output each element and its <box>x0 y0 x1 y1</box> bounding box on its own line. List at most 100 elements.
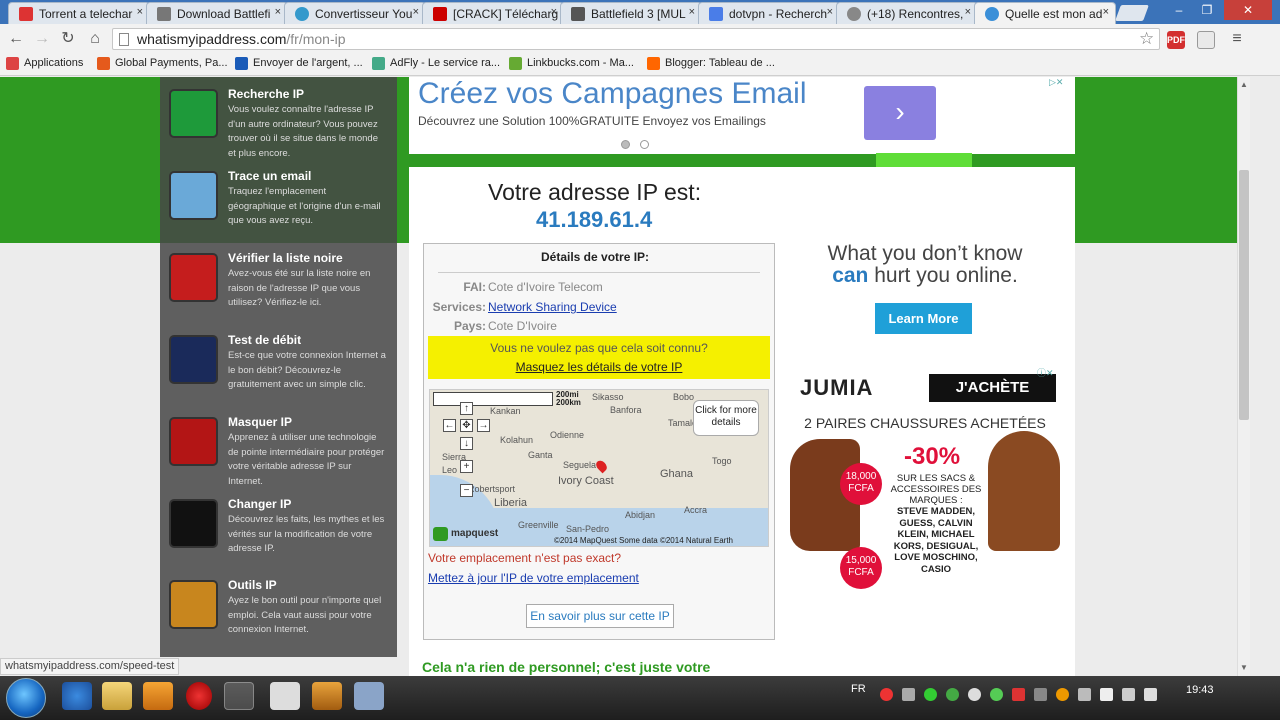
tab-torrent[interactable]: Torrent a telechar × <box>8 2 150 24</box>
tray-icon[interactable] <box>1078 688 1091 701</box>
extension-icon[interactable] <box>1197 31 1215 49</box>
scroll-up-icon[interactable]: ▲ <box>1240 80 1248 89</box>
tab-label: [CRACK] Télécharg <box>453 7 559 21</box>
zoom-in-icon[interactable]: + <box>460 460 473 473</box>
back-arrow-icon[interactable]: ← <box>6 29 26 49</box>
tab-convertisseur[interactable]: Convertisseur You × <box>284 2 426 24</box>
map-callout[interactable]: Click for more details <box>693 400 759 436</box>
tab-close-icon[interactable]: × <box>689 6 695 18</box>
bookmark-label: Global Payments, Pa... <box>115 57 228 69</box>
media-player-icon[interactable] <box>143 682 173 710</box>
minimize-icon[interactable]: ‒ <box>1166 0 1192 20</box>
map-place-label: Ivory Coast <box>558 475 614 487</box>
paypal-icon <box>235 57 248 70</box>
services-link[interactable]: Network Sharing Device <box>488 300 617 314</box>
tab-download-battlefield[interactable]: Download Battlefi × <box>146 2 288 24</box>
menu-item-masquer-ip[interactable]: Masquer IP Apprenez à utiliser une techn… <box>160 413 397 493</box>
pan-left-icon[interactable]: ← <box>443 419 456 432</box>
update-location-link[interactable]: Mettez à jour l'IP de votre emplacement <box>428 571 639 585</box>
menu-item-outils-ip[interactable]: Outils IP Ayez le bon outil pour n'impor… <box>160 576 397 656</box>
tab-close-icon[interactable]: × <box>827 6 833 18</box>
bookmark-adfly[interactable]: AdFly - Le service ra... <box>372 57 501 70</box>
zoom-out-icon[interactable]: − <box>460 484 473 497</box>
bookmark-blogger[interactable]: Blogger: Tableau de ... <box>647 57 775 70</box>
adchoices-icon[interactable]: ▷✕ <box>1049 77 1073 87</box>
top-ad-banner[interactable]: Créez vos Campagnes Email Découvrez une … <box>409 77 1075 154</box>
tab-close-icon[interactable]: × <box>1103 6 1109 18</box>
carousel-dot[interactable] <box>640 140 649 149</box>
bookmark-linkbucks[interactable]: Linkbucks.com - Ma... <box>509 57 634 70</box>
menu-item-trace-email[interactable]: Trace un email Traquez l'emplacement géo… <box>160 167 397 247</box>
hide-details-box: Vous ne voulez pas que cela soit connu? … <box>428 336 770 379</box>
tab-rencontres[interactable]: (+18) Rencontres, × <box>836 2 978 24</box>
tab-dotvpn[interactable]: dotvpn - Recherch × <box>698 2 840 24</box>
menu-icon[interactable]: ≡ <box>1227 29 1247 49</box>
scroll-down-icon[interactable]: ▼ <box>1240 663 1248 672</box>
tray-icon[interactable] <box>902 688 915 701</box>
chrome-tray-icon[interactable] <box>880 688 893 701</box>
volume-icon[interactable] <box>1144 688 1157 701</box>
adchoices-icon[interactable]: ⓘ✕ <box>1037 366 1061 378</box>
opera-icon[interactable] <box>186 682 212 710</box>
tab-battlefield3[interactable]: Battlefield 3 [MUL × <box>560 2 702 24</box>
tray-icon[interactable] <box>924 688 937 701</box>
bookmark-star-icon[interactable]: ☆ <box>1139 29 1154 49</box>
jumia-ad[interactable]: JUMIA J'ACHÈTE 2 PAIRES CHAUSSURES ACHET… <box>788 367 1062 589</box>
location-map[interactable]: Sikasso Bobo Banfora Tamale Kankan Odienne Kol… <box>429 389 769 547</box>
flag-tray-icon[interactable] <box>1100 688 1113 701</box>
restore-icon[interactable]: ❐ <box>1194 0 1220 20</box>
pan-right-icon[interactable]: → <box>477 419 490 432</box>
pan-up-icon[interactable]: ↑ <box>460 402 473 415</box>
jumia-buy-button[interactable]: J'ACHÈTE <box>929 374 1056 402</box>
hide-details-link[interactable]: Masquez les détails de votre IP <box>428 360 770 374</box>
internet-explorer-icon[interactable] <box>62 682 92 710</box>
clock[interactable]: 19:43 <box>1186 684 1214 696</box>
tab-close-icon[interactable]: × <box>413 6 419 18</box>
menu-item-changer-ip[interactable]: Changer IP Découvrez les faits, les myth… <box>160 495 397 575</box>
tray-icon[interactable] <box>1056 688 1069 701</box>
ad-arrow-button[interactable]: › <box>864 86 936 140</box>
network-tray-icon[interactable] <box>1122 688 1135 701</box>
carousel-dot[interactable] <box>621 140 630 149</box>
tray-icon[interactable] <box>946 688 959 701</box>
new-tab-button[interactable] <box>1115 5 1149 21</box>
bookmark-global-payments[interactable]: Global Payments, Pa... <box>97 57 228 70</box>
pan-center-icon[interactable]: ✥ <box>460 419 473 432</box>
scrollbar-thumb[interactable] <box>1239 170 1249 420</box>
tab-quelle-est-mon-adresse[interactable]: Quelle est mon ad × <box>974 2 1116 25</box>
tab-crack[interactable]: [CRACK] Télécharg × <box>422 2 564 24</box>
start-button[interactable] <box>6 678 46 718</box>
downloader-icon[interactable] <box>312 682 342 710</box>
forward-arrow-icon[interactable]: → <box>32 29 52 49</box>
shield-tray-icon[interactable] <box>1012 688 1025 701</box>
tab-close-icon[interactable]: × <box>965 6 971 18</box>
security-ad-text[interactable]: What you don’t know can hurt you online. <box>790 243 1060 287</box>
address-bar[interactable]: whatismyipaddress.com/fr/mon-ip <box>112 28 1160 50</box>
tray-icon[interactable] <box>968 688 981 701</box>
location-pin-icon[interactable] <box>594 458 609 474</box>
app-taskbar-icon[interactable] <box>270 682 300 710</box>
language-indicator[interactable]: FR <box>851 683 866 695</box>
window-taskbar-icon[interactable] <box>354 682 384 710</box>
bookmark-paypal[interactable]: Envoyer de l'argent, ... <box>235 57 363 70</box>
bookmark-label: AdFly - Le service ra... <box>390 57 501 69</box>
reload-icon[interactable]: ↻ <box>58 29 78 49</box>
tab-close-icon[interactable]: × <box>137 6 143 18</box>
close-window-icon[interactable]: ✕ <box>1224 0 1272 20</box>
tray-icon[interactable] <box>990 688 1003 701</box>
tray-icon[interactable] <box>1034 688 1047 701</box>
learn-more-button[interactable]: Learn More <box>875 303 972 334</box>
menu-item-liste-noire[interactable]: Vérifier la liste noire Avez-vous été su… <box>160 249 397 329</box>
file-explorer-icon[interactable] <box>102 682 132 710</box>
chrome-taskbar-icon[interactable] <box>224 682 254 710</box>
tab-close-icon[interactable]: × <box>551 6 557 18</box>
menu-item-test-debit[interactable]: Test de débit Est-ce que votre connexion… <box>160 331 397 411</box>
details-title: Détails de votre IP: <box>541 250 650 264</box>
learn-more-ip-button[interactable]: En savoir plus sur cette IP <box>526 604 674 628</box>
home-icon[interactable]: ⌂ <box>85 29 105 49</box>
bookmark-applications[interactable]: Applications <box>6 57 83 70</box>
tab-close-icon[interactable]: × <box>275 6 281 18</box>
pan-down-icon[interactable]: ↓ <box>460 437 473 450</box>
pdf-extension-icon[interactable]: PDF <box>1167 31 1185 49</box>
menu-item-recherche-ip[interactable]: Recherche IP Vous voulez connaître l'adr… <box>160 85 397 165</box>
